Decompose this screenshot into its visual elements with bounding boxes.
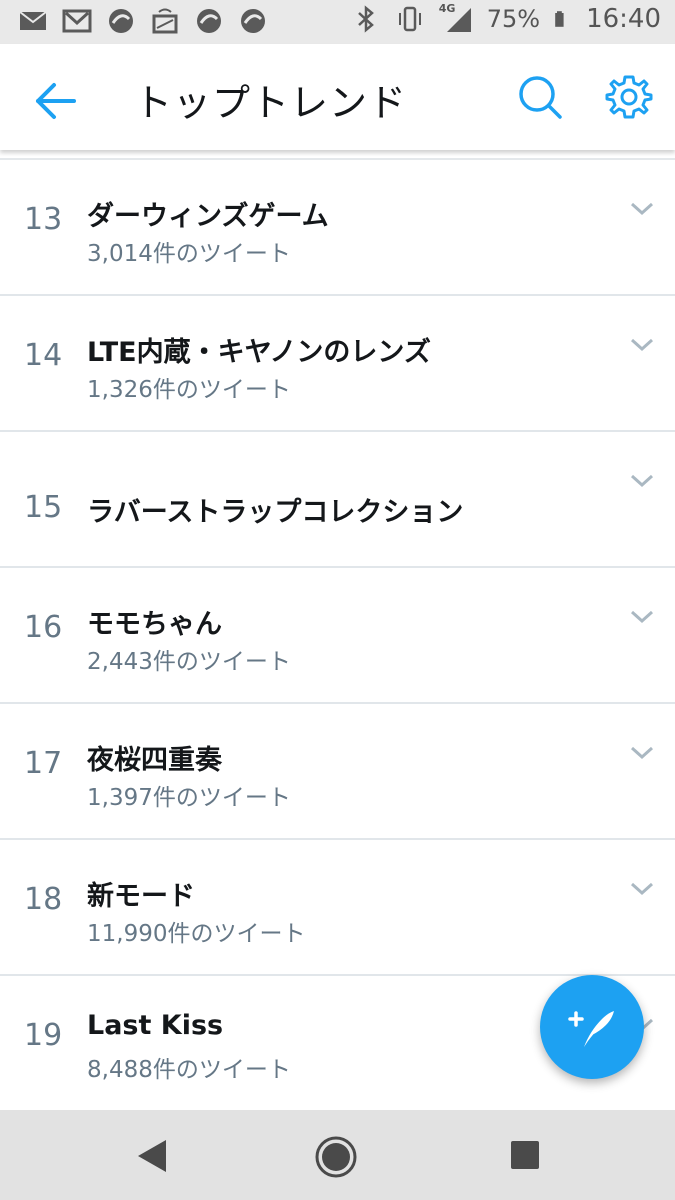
system-nav-bar bbox=[0, 1110, 675, 1200]
gear-icon[interactable] bbox=[604, 72, 654, 122]
status-bar: 4G 75% 16:40 bbox=[0, 0, 675, 44]
gmail-icon bbox=[62, 9, 92, 33]
vibrate-icon bbox=[398, 6, 421, 32]
trend-rank: 17 bbox=[24, 746, 63, 781]
chevron-down-icon[interactable] bbox=[629, 608, 655, 626]
battery-percent: 75% bbox=[486, 5, 541, 33]
trend-row[interactable]: 18 新モード 11,990件のツイート bbox=[0, 840, 675, 976]
tweet-count: 11,990件のツイート bbox=[87, 921, 306, 947]
trend-row[interactable]: 15 ラバーストラップコレクション bbox=[0, 432, 675, 568]
tweet-count: 2,443件のツイート bbox=[87, 649, 291, 675]
trend-rank: 14 bbox=[24, 338, 63, 373]
search-icon[interactable] bbox=[515, 72, 565, 122]
trend-rank: 19 bbox=[24, 1018, 63, 1053]
trend-name[interactable]: モモちゃん bbox=[87, 602, 222, 641]
compose-tweet-icon bbox=[568, 1011, 614, 1047]
chevron-down-icon[interactable] bbox=[629, 880, 655, 898]
trend-row[interactable]: 13 ダーウィンズゲーム 3,014件のツイート bbox=[0, 160, 675, 296]
trend-name[interactable]: 新モード bbox=[87, 874, 195, 913]
app-notification-icon bbox=[241, 9, 265, 33]
page-title: トップトレンド bbox=[134, 81, 408, 125]
chevron-down-icon[interactable] bbox=[629, 744, 655, 762]
trend-name[interactable]: ラバーストラップコレクション bbox=[87, 490, 463, 529]
trend-name[interactable]: ダーウィンズゲーム bbox=[87, 194, 329, 233]
trend-name[interactable]: LTE内蔵・キヤノンのレンズ bbox=[87, 330, 431, 369]
tweet-count: 3,014件のツイート bbox=[87, 241, 291, 267]
chevron-down-icon[interactable] bbox=[629, 200, 655, 218]
nav-back-icon[interactable] bbox=[132, 1136, 172, 1176]
app-notification-icon bbox=[197, 9, 221, 33]
app-notification-icon bbox=[109, 9, 133, 33]
nav-recents-icon[interactable] bbox=[510, 1140, 540, 1170]
back-arrow-icon[interactable] bbox=[30, 74, 84, 128]
trend-name[interactable]: 夜桜四重奏 bbox=[87, 738, 222, 777]
trend-row[interactable]: 14 LTE内蔵・キヤノンのレンズ 1,326件のツイート bbox=[0, 296, 675, 432]
app-bar: トップトレンド bbox=[0, 44, 675, 150]
bluetooth-icon bbox=[357, 5, 374, 33]
trend-name[interactable]: Last Kiss bbox=[87, 1010, 223, 1041]
trend-rank: 15 bbox=[24, 490, 63, 525]
trend-row[interactable]: 17 夜桜四重奏 1,397件のツイート bbox=[0, 704, 675, 840]
trend-rank: 13 bbox=[24, 202, 63, 237]
trend-rank: 16 bbox=[24, 610, 63, 645]
cast-icon bbox=[152, 8, 178, 34]
chevron-down-icon[interactable] bbox=[629, 336, 655, 354]
trend-row[interactable]: 16 モモちゃん 2,443件のツイート bbox=[0, 568, 675, 704]
tweet-count: 8,488件のツイート bbox=[87, 1057, 291, 1083]
chevron-down-icon[interactable] bbox=[629, 472, 655, 490]
clock: 16:40 bbox=[586, 4, 661, 34]
tweet-count: 1,326件のツイート bbox=[87, 377, 291, 403]
mail-icon bbox=[19, 11, 47, 30]
tweet-count: 1,397件のツイート bbox=[87, 785, 291, 811]
nav-home-icon[interactable] bbox=[313, 1134, 359, 1180]
trend-rank: 18 bbox=[24, 882, 63, 917]
compose-tweet-button[interactable] bbox=[540, 975, 644, 1079]
signal-icon: 4G bbox=[439, 2, 473, 34]
trend-list: 13 ダーウィンズゲーム 3,014件のツイート 14 LTE内蔵・キヤノンのレ… bbox=[0, 160, 675, 1110]
battery-icon bbox=[555, 11, 564, 27]
